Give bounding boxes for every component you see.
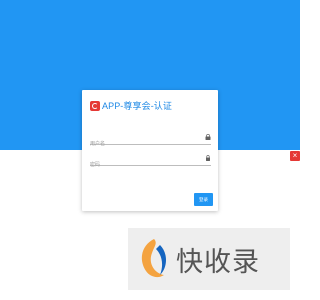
watermark-logo-icon <box>141 239 166 278</box>
login-card: APP-尊享会-认证 登录 <box>82 90 218 211</box>
close-icon[interactable]: × <box>290 151 300 161</box>
password-input[interactable] <box>90 159 198 171</box>
app-title: APP-尊享会-认证 <box>102 101 173 111</box>
username-input[interactable] <box>90 138 198 150</box>
app-logo-icon <box>90 100 100 111</box>
watermark-overlay: 快收录 <box>128 228 290 290</box>
username-field <box>90 132 211 150</box>
password-lock-icon <box>206 155 210 161</box>
password-field <box>90 153 211 171</box>
brand-header: APP-尊享会-认证 <box>90 99 172 112</box>
username-lock-icon <box>205 134 211 140</box>
login-button[interactable]: 登录 <box>194 193 213 206</box>
watermark-text: 快收录 <box>176 246 260 278</box>
